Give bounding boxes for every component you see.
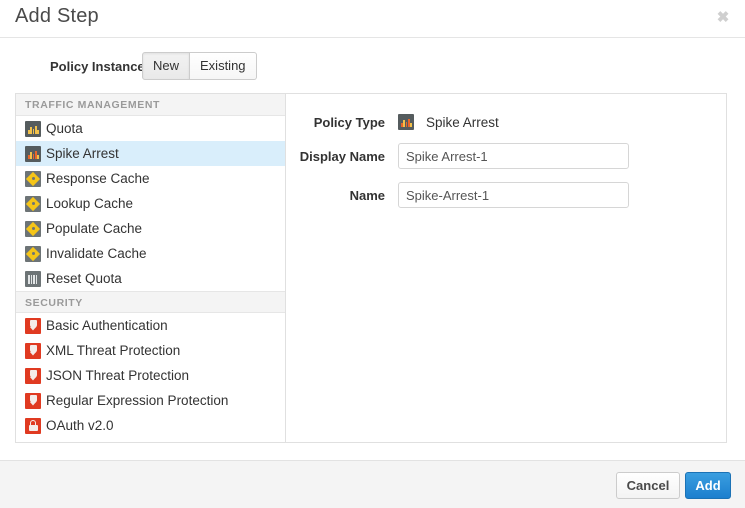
sidebar-item-reset-quota[interactable]: Reset Quota xyxy=(16,266,285,291)
sidebar-item-quota[interactable]: Quota xyxy=(16,116,285,141)
policy-instance-row: Policy Instance New Existing xyxy=(0,52,745,84)
dialog-header: Add Step ✖ xyxy=(0,0,745,38)
sidebar-item-populate-cache[interactable]: Populate Cache xyxy=(16,216,285,241)
name-label: Name xyxy=(286,188,398,203)
name-input[interactable] xyxy=(398,182,629,208)
sidebar-item-regular-expression-protection[interactable]: Regular Expression Protection xyxy=(16,388,285,413)
policy-details-panel: Policy Type Spike Arrest Display Name Na… xyxy=(286,94,726,442)
display-name-input[interactable] xyxy=(398,143,629,169)
diamond-cache-icon xyxy=(25,196,41,212)
page-title: Add Step xyxy=(15,5,99,28)
policy-instance-label: Policy Instance xyxy=(50,59,145,74)
sidebar-item-label: Reset Quota xyxy=(46,266,122,291)
spike-bar-chart-icon xyxy=(398,114,414,130)
section-header-traffic-management: TRAFFIC MANAGEMENT xyxy=(16,94,285,116)
sidebar-item-label: Lookup Cache xyxy=(46,191,133,216)
sidebar-item-response-cache[interactable]: Response Cache xyxy=(16,166,285,191)
add-step-dialog: Add Step ✖ Policy Instance New Existing … xyxy=(0,0,745,508)
sidebar-item-basic-authentication[interactable]: Basic Authentication xyxy=(16,313,285,338)
sidebar-item-label: JSON Threat Protection xyxy=(46,363,189,388)
diamond-cache-icon xyxy=(25,221,41,237)
diamond-cache-icon xyxy=(25,171,41,187)
bar-chart-icon xyxy=(25,121,41,137)
spike-bar-chart-icon xyxy=(25,146,41,162)
sidebar-item-invalidate-cache[interactable]: Invalidate Cache xyxy=(16,241,285,266)
policy-type-value-group: Spike Arrest xyxy=(398,114,499,130)
sidebar-item-label: Populate Cache xyxy=(46,216,142,241)
dialog-footer: Cancel Add xyxy=(0,460,745,508)
sidebar-item-xml-threat-protection[interactable]: XML Threat Protection xyxy=(16,338,285,363)
sidebar-item-label: Quota xyxy=(46,116,83,141)
policy-type-value: Spike Arrest xyxy=(426,115,499,130)
sidebar-item-lookup-cache[interactable]: Lookup Cache xyxy=(16,191,285,216)
sidebar-item-label: Basic Authentication xyxy=(46,313,168,338)
section-header-security: SECURITY xyxy=(16,291,285,313)
sidebar-item-label: XML Threat Protection xyxy=(46,338,180,363)
sidebar-item-label: Spike Arrest xyxy=(46,141,119,166)
diamond-cache-icon xyxy=(25,246,41,262)
add-button[interactable]: Add xyxy=(685,472,731,499)
display-name-row: Display Name xyxy=(286,143,726,169)
dialog-body: TRAFFIC MANAGEMENT Quota Spike Arrest Re… xyxy=(15,93,727,443)
sidebar-item-label: Response Cache xyxy=(46,166,150,191)
sidebar-item-oauth-v2[interactable]: OAuth v2.0 xyxy=(16,413,285,438)
toggle-existing[interactable]: Existing xyxy=(190,52,257,80)
shield-icon xyxy=(25,318,41,334)
shield-icon xyxy=(25,343,41,359)
display-name-label: Display Name xyxy=(286,149,398,164)
sidebar-item-label: Invalidate Cache xyxy=(46,241,147,266)
close-icon[interactable]: ✖ xyxy=(713,8,733,28)
policy-type-label: Policy Type xyxy=(286,115,398,130)
name-row: Name xyxy=(286,182,726,208)
policy-type-row: Policy Type Spike Arrest xyxy=(286,114,726,130)
lock-icon xyxy=(25,418,41,434)
sidebar-item-label: Regular Expression Protection xyxy=(46,388,228,413)
reset-bars-icon xyxy=(25,271,41,287)
sidebar-item-label: OAuth v2.0 xyxy=(46,413,114,438)
shield-icon xyxy=(25,393,41,409)
shield-icon xyxy=(25,368,41,384)
policy-list-sidebar[interactable]: TRAFFIC MANAGEMENT Quota Spike Arrest Re… xyxy=(16,94,286,442)
toggle-new[interactable]: New xyxy=(142,52,190,80)
sidebar-item-spike-arrest[interactable]: Spike Arrest xyxy=(16,141,285,166)
sidebar-item-json-threat-protection[interactable]: JSON Threat Protection xyxy=(16,363,285,388)
cancel-button[interactable]: Cancel xyxy=(616,472,680,499)
policy-instance-toggle-group: New Existing xyxy=(142,52,257,80)
